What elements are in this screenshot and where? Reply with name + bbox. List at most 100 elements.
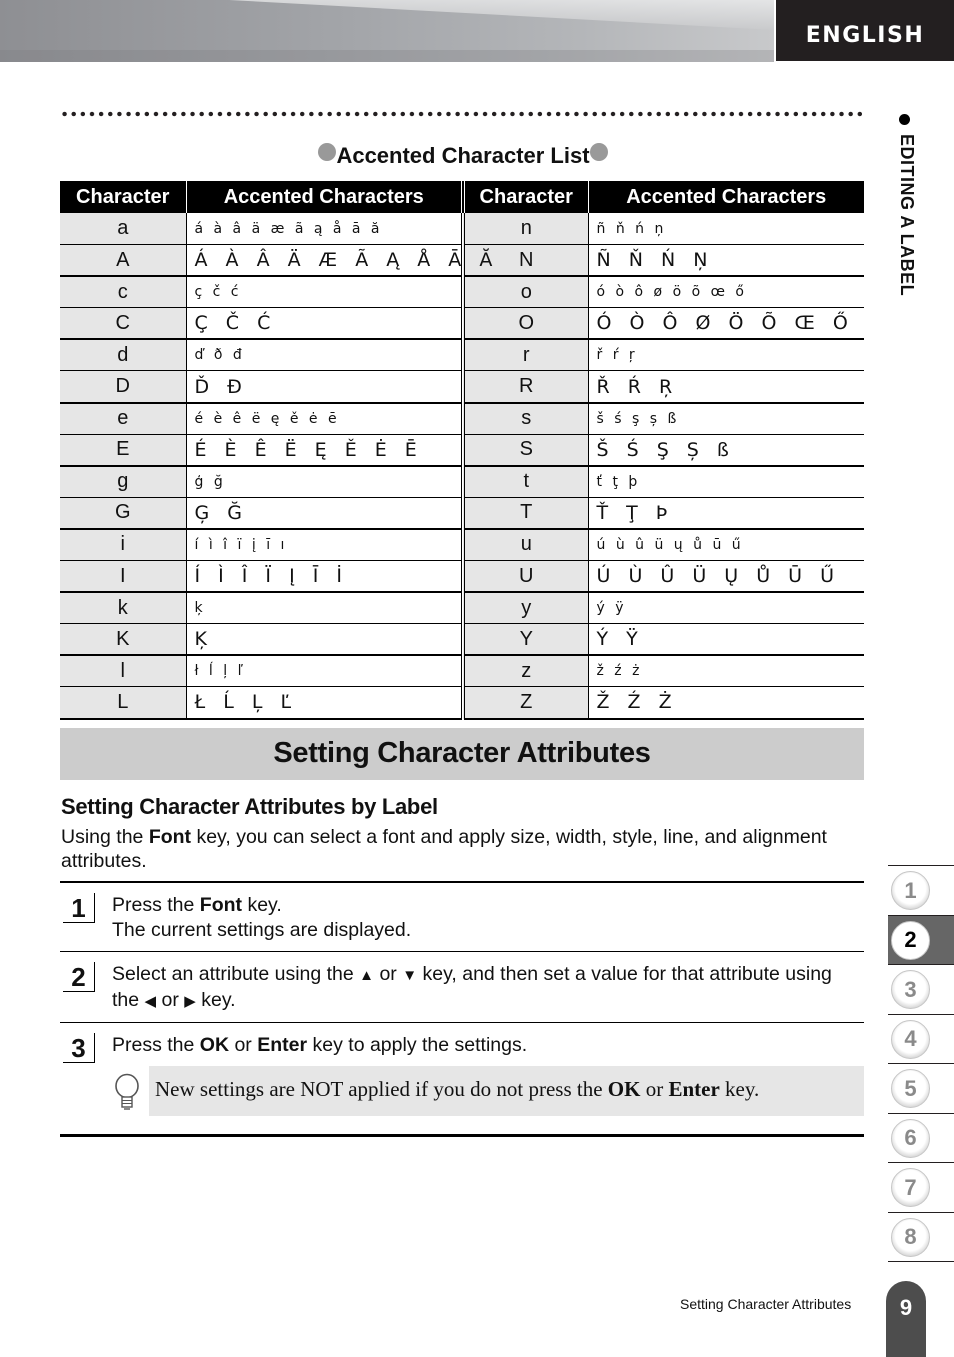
accented-characters: Ý Ÿ (587, 623, 864, 657)
table-row: EÉ È Ê Ë Ę Ě Ė ĒSŠ Ś Ş Ș ß (60, 434, 864, 467)
key-name: Font (148, 826, 192, 848)
bullet-icon (899, 114, 910, 125)
accented-characters: ñ ň ń ņ (587, 213, 864, 246)
subheading: Setting Character Attributes by Label (61, 794, 438, 819)
accented-characters: ç č ć (185, 276, 465, 309)
accented-characters: á à â ä æ ã ą å ā ă (185, 213, 465, 246)
accented-characters: Í Ì Î Ï Į Ī İ (185, 560, 465, 594)
key-name: Enter (257, 1034, 308, 1056)
accented-characters: š ś ş ș ß (587, 402, 864, 435)
chapter-number: 6 (891, 1118, 930, 1158)
section-title: Setting Character Attributes (60, 728, 864, 780)
accented-characters: Ř Ŕ Ŗ (587, 370, 864, 404)
chapter-tab-3[interactable]: 3 (888, 965, 954, 1014)
accented-characters: Ñ Ň Ń Ņ (587, 244, 864, 278)
base-character: u (463, 528, 588, 562)
column-header: Character (60, 181, 187, 213)
language-tab: ENGLISH (776, 0, 954, 61)
bullet-icon (318, 143, 337, 161)
side-section-text: EDITING A LABEL (897, 134, 917, 297)
accented-characters: ť ţ þ (587, 465, 864, 498)
base-character: g (60, 465, 186, 498)
base-character: E (60, 434, 186, 467)
base-character: D (60, 370, 186, 404)
accented-characters: ž ź ż (587, 655, 864, 688)
accented-characters: ď ð đ (185, 339, 465, 372)
accented-characters: Ç Č Ć (185, 307, 465, 341)
column-header: Accented Characters (186, 181, 465, 213)
base-character: K (60, 623, 186, 657)
header-band (0, 0, 774, 62)
accented-characters: é è ê ë ę ě ė ē (185, 402, 465, 435)
up-arrow-icon: ▲ (359, 967, 375, 984)
steps-list: 1 Press the Font key. The current settin… (60, 881, 864, 1137)
chapter-tab-8[interactable]: 8 (888, 1213, 954, 1262)
accented-characters: ú ù û ü ų ů ū ű (587, 528, 864, 562)
base-character: G (60, 497, 186, 530)
left-arrow-icon: ◀ (144, 993, 157, 1010)
side-section-label: EDITING A LABEL (893, 112, 917, 322)
base-character: e (60, 402, 186, 435)
base-character: R (463, 370, 588, 404)
base-character: s (463, 402, 588, 435)
base-character: a (60, 213, 186, 246)
accented-characters: Ť Ţ Þ (587, 497, 864, 530)
divider (888, 1261, 954, 1262)
base-character: U (463, 560, 588, 594)
accented-characters: ó ò ô ø ö õ œ ő (587, 276, 864, 309)
accented-characters: Ó Ò Ô Ø Ö Õ Œ Ő (587, 307, 864, 341)
key-name: OK (607, 1077, 641, 1101)
accented-characters: Ķ (185, 623, 465, 657)
table-row: DĎ ĐRŘ Ŕ Ŗ (60, 370, 864, 404)
accented-characters: ý ÿ (587, 592, 864, 625)
table-row: IÍ Ì Î Ï Į Ī İUÚ Ù Û Ü Ų Ů Ū Ű (60, 560, 864, 594)
chapter-number: 4 (891, 1019, 930, 1059)
hint-note: New settings are NOT applied if you do n… (112, 1066, 864, 1116)
accented-characters: í ì î ï į ī ı (185, 528, 465, 562)
step-number: 1 (63, 893, 95, 923)
chapter-number: 7 (891, 1168, 930, 1207)
chapter-tab-6[interactable]: 6 (888, 1114, 954, 1163)
accented-characters: ř ŕ ŗ (587, 339, 864, 372)
accented-characters: Ď Đ (185, 370, 465, 404)
accented-characters: ķ (185, 592, 465, 625)
page-number: 9 (886, 1281, 926, 1357)
base-character: S (463, 434, 588, 467)
step-number: 2 (63, 962, 95, 992)
chapter-tab-7[interactable]: 7 (888, 1163, 954, 1212)
chapter-tab-4[interactable]: 4 (888, 1015, 954, 1064)
table-row: LŁ Ĺ Ļ ĽZŽ Ź Ż (60, 686, 864, 720)
accented-characters: Š Ś Ş Ș ß (587, 434, 864, 467)
base-character: r (463, 339, 588, 372)
base-character: t (463, 465, 588, 498)
base-character: z (463, 655, 588, 688)
step-number: 3 (63, 1033, 95, 1063)
chapter-tab-5[interactable]: 5 (888, 1064, 954, 1113)
base-character: y (463, 592, 588, 625)
table-row: gģ ğtť ţ þ (60, 465, 864, 498)
hint-text: New settings are NOT applied if you do n… (149, 1066, 864, 1116)
chapter-number: 3 (891, 970, 930, 1009)
table-row: dď ð đrř ŕ ŗ (60, 339, 864, 372)
down-arrow-icon: ▼ (402, 967, 418, 984)
step-item: 1 Press the Font key. The current settin… (60, 883, 864, 951)
base-character: O (463, 307, 588, 341)
chapter-number: 5 (891, 1069, 930, 1108)
table-row: ií ì î ï į ī ıuú ù û ü ų ů ū ű (60, 528, 864, 562)
running-footer: Setting Character Attributes (680, 1296, 852, 1312)
key-name: Font (199, 894, 243, 916)
table-row: lł ĺ ļ ľzž ź ż (60, 655, 864, 688)
chapter-tab-2[interactable]: 2 (888, 915, 954, 964)
base-character: Z (463, 686, 588, 720)
base-character: c (60, 276, 186, 309)
intro-paragraph: Using the Font key, you can select a fon… (61, 826, 827, 872)
key-name: OK (199, 1034, 230, 1056)
base-character: T (463, 497, 588, 530)
table-title: Accented Character List (60, 143, 866, 169)
accented-characters: ģ ğ (185, 465, 465, 498)
right-arrow-icon: ▶ (184, 993, 196, 1010)
table-row: GĢ ĞTŤ Ţ Þ (60, 497, 864, 530)
table-row: aá à â ä æ ã ą å ā ănñ ň ń ņ (60, 213, 864, 246)
accented-characters: É È Ê Ë Ę Ě Ė Ē (185, 434, 465, 467)
chapter-tab-1[interactable]: 1 (888, 866, 954, 915)
